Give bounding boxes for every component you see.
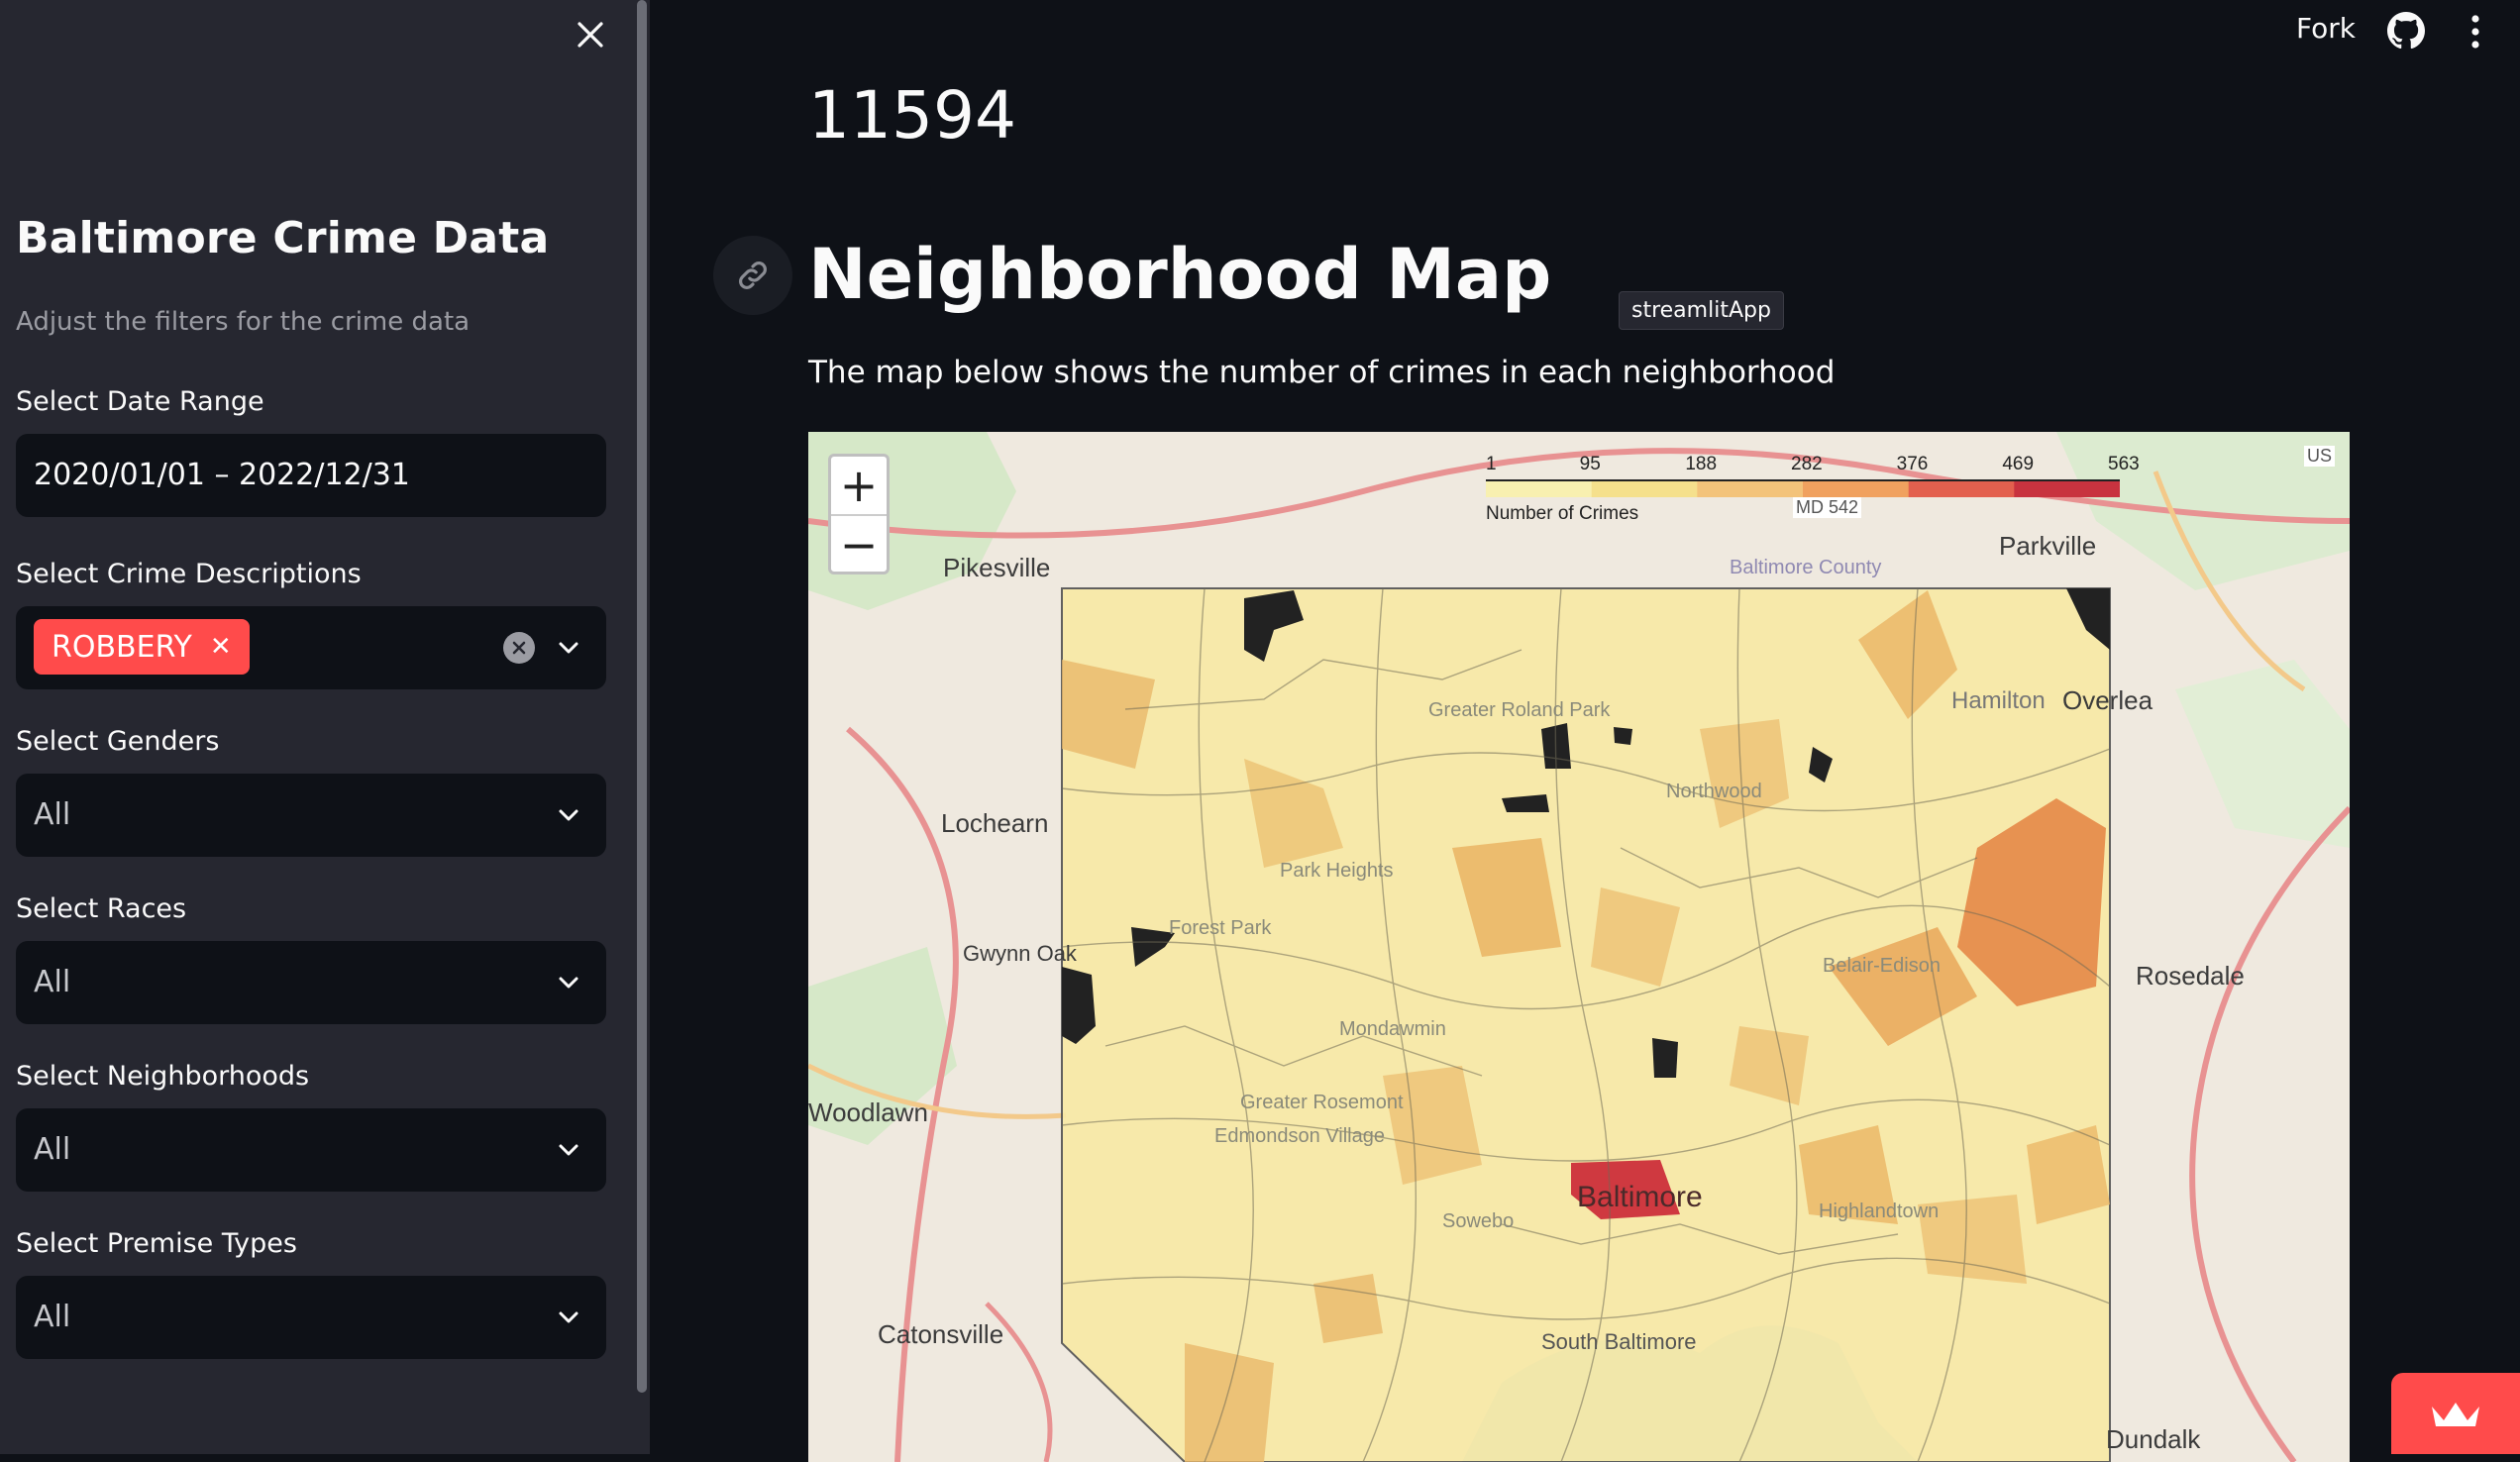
label-catonsville: Catonsville: [878, 1319, 1004, 1349]
genders-select[interactable]: All: [16, 774, 606, 857]
link-icon: [739, 261, 767, 289]
legend-tick-label: 282: [1791, 454, 1823, 474]
label-park-heights: Park Heights: [1280, 860, 1394, 882]
label-overlea: Overlea: [2062, 685, 2153, 715]
premise-types-label: Select Premise Types: [16, 1228, 297, 1259]
date-range-label: Select Date Range: [16, 386, 264, 417]
legend-swatch: [1486, 479, 1593, 497]
label-sowebo: Sowebo: [1442, 1210, 1515, 1232]
label-highlandtown: Highlandtown: [1819, 1201, 1940, 1222]
label-dundalk: Dundalk: [2106, 1424, 2201, 1454]
label-northwood: Northwood: [1666, 781, 1762, 802]
neighborhoods-select[interactable]: All: [16, 1108, 606, 1192]
label-lochearn: Lochearn: [941, 808, 1049, 838]
kebab-menu-icon[interactable]: [2463, 12, 2488, 52]
label-south-baltimore: South Baltimore: [1541, 1329, 1697, 1354]
zoom-in-button[interactable]: +: [831, 457, 887, 514]
remove-tag-icon[interactable]: ✕: [210, 632, 232, 662]
legend-swatch: [2014, 479, 2120, 497]
races-value: All: [34, 965, 71, 999]
label-us: US: [2304, 446, 2336, 467]
fork-button[interactable]: Fork: [2296, 12, 2356, 45]
legend-caption: Number of Crimes: [1486, 503, 1639, 524]
neighborhoods-label: Select Neighborhoods: [16, 1061, 310, 1092]
legend-tick-label: 1: [1486, 454, 1497, 474]
crime-descriptions-multiselect[interactable]: ROBBERY ✕: [16, 606, 606, 689]
premise-types-select[interactable]: All: [16, 1276, 606, 1359]
label-pikesville: Pikesville: [943, 553, 1051, 582]
legend-swatch: [1908, 479, 2016, 497]
legend-tick-label: 563: [2108, 454, 2140, 474]
crown-icon: [2432, 1403, 2479, 1426]
zoom-control: + −: [828, 454, 890, 574]
label-edmondson-village: Edmondson Village: [1214, 1125, 1385, 1147]
label-greater-roland-park: Greater Roland Park: [1428, 699, 1611, 721]
chevron-down-icon[interactable]: [557, 1305, 580, 1329]
label-md542: MD 542: [1793, 497, 1862, 518]
label-parkville: Parkville: [1999, 531, 2097, 561]
label-baltimore: Baltimore: [1577, 1181, 1703, 1213]
races-label: Select Races: [16, 893, 187, 924]
sidebar-scrollbar[interactable]: [637, 0, 647, 1393]
sidebar-caption: Adjust the filters for the crime data: [16, 307, 471, 337]
anchor-link-button[interactable]: [713, 236, 792, 315]
label-forest-park: Forest Park: [1169, 917, 1272, 939]
neighborhood-map-heading: Neighborhood Map: [808, 234, 1552, 315]
zoom-out-button[interactable]: −: [831, 516, 887, 574]
robbery-tag: ROBBERY ✕: [34, 619, 250, 675]
chevron-down-icon[interactable]: [557, 803, 580, 827]
close-sidebar-button[interactable]: [570, 14, 611, 55]
legend-swatch: [1803, 479, 1910, 497]
neighborhoods-value: All: [34, 1132, 71, 1167]
legend-tick-label: 376: [1896, 454, 1929, 474]
label-woodlawn: Woodlawn: [808, 1097, 928, 1127]
date-range-input[interactable]: 2020/01/01 – 2022/12/31: [16, 434, 606, 517]
label-mondawmin: Mondawmin: [1339, 1018, 1446, 1040]
legend-tick-label: 188: [1685, 454, 1718, 474]
close-icon: [578, 22, 603, 48]
legend-ticks: 1 95 188 282 376 469 563: [1486, 454, 2140, 475]
legend-color-bar: [1486, 479, 2120, 497]
tooltip: streamlitApp: [1619, 291, 1784, 330]
crime-descriptions-label: Select Crime Descriptions: [16, 559, 362, 589]
label-belair-edison: Belair-Edison: [1823, 955, 1941, 977]
legend-tick-label: 469: [2002, 454, 2035, 474]
total-crimes-metric: 11594: [808, 77, 1016, 154]
github-icon[interactable]: [2387, 12, 2425, 50]
chevron-down-icon[interactable]: [557, 636, 580, 660]
tag-label: ROBBERY: [52, 629, 192, 665]
legend-swatch: [1697, 479, 1804, 497]
sidebar: Baltimore Crime Data Adjust the filters …: [0, 0, 650, 1454]
premise-types-value: All: [34, 1300, 71, 1334]
legend-swatch: [1591, 479, 1699, 497]
label-rosedale: Rosedale: [2136, 961, 2245, 991]
genders-label: Select Genders: [16, 726, 220, 757]
choropleth-map[interactable]: + − 1 95 188 282 376 469 563 Number of Crimes …: [808, 432, 2350, 1462]
date-range-value: 2020/01/01 – 2022/12/31: [34, 458, 410, 492]
map-description: The map below shows the number of crimes…: [808, 355, 1836, 390]
chevron-down-icon[interactable]: [557, 971, 580, 994]
legend-tick-label: 95: [1579, 454, 1601, 474]
clear-all-icon[interactable]: [503, 632, 535, 664]
genders-value: All: [34, 797, 71, 832]
sidebar-title: Baltimore Crime Data: [16, 213, 550, 263]
chevron-down-icon[interactable]: [557, 1138, 580, 1162]
label-greater-rosemont: Greater Rosemont: [1240, 1092, 1404, 1113]
label-gwynn-oak: Gwynn Oak: [963, 941, 1077, 966]
label-baltimore-county: Baltimore County: [1730, 557, 1882, 578]
label-hamilton: Hamilton: [1951, 687, 2046, 714]
races-select[interactable]: All: [16, 941, 606, 1024]
streamlit-badge[interactable]: [2391, 1373, 2520, 1454]
